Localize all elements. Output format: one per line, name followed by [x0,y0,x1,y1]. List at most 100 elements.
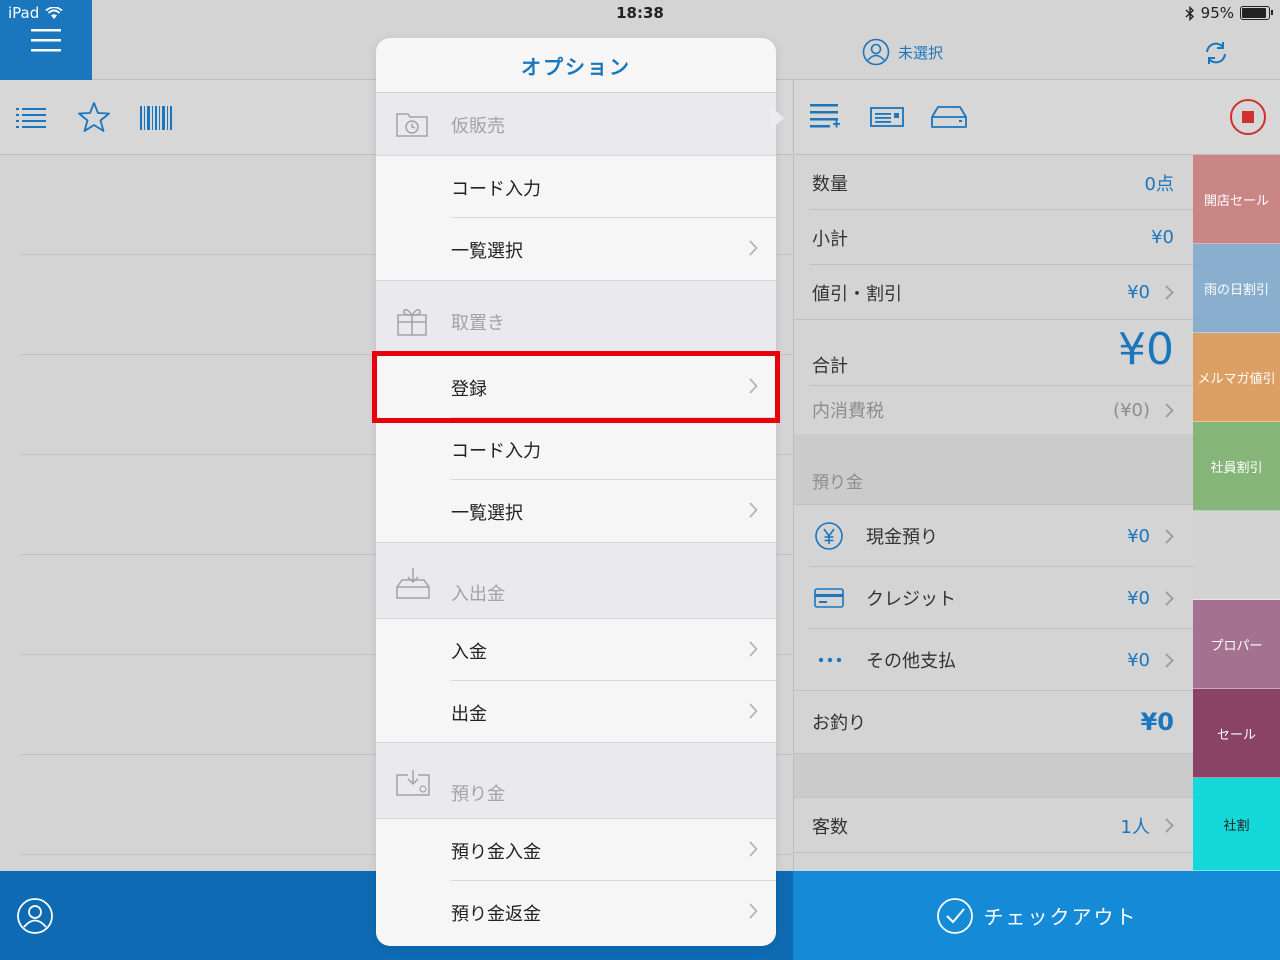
add-item-button[interactable] [810,100,840,138]
subtotal-label: 小計 [812,228,848,250]
battery-percent: 95% [1200,4,1234,22]
cash-value: ¥0 [1127,525,1150,547]
more-dots-icon [818,657,842,663]
checkout-button[interactable]: チェックアウト [793,871,1280,960]
discount-button[interactable]: 社員割引 [1193,422,1280,511]
checkmark-circle-icon [936,897,973,934]
list-icon [16,108,46,128]
section-title: 入出金 [451,584,505,605]
credit-card-icon [814,588,844,608]
chevron-right-icon [749,641,758,657]
star-icon [78,102,110,132]
stop-button[interactable] [1230,99,1266,135]
deposit-section-header: 預り金 [794,455,1194,505]
discount-button[interactable]: メルマガ値引 [1193,333,1280,422]
discount-button[interactable]: 雨の日割引 [1193,244,1280,333]
tax-row[interactable]: 内消費税 (¥0) [794,386,1194,434]
menu-item-list-select[interactable]: 一覧選択 [376,480,776,542]
chevron-right-icon [749,841,758,857]
menu-item-deposit[interactable]: 入金 [376,619,776,681]
customer-icon [862,38,890,66]
menu-item-deposit-in[interactable]: 預り金入金 [376,819,776,881]
guests-label: 客数 [812,816,848,838]
other-payment-value: ¥0 [1127,649,1150,671]
favorites-button[interactable] [77,100,111,138]
chevron-right-icon [1165,402,1174,418]
chevron-right-icon [1165,818,1174,833]
change-label: お釣り [812,713,866,734]
menu-item-withdraw[interactable]: 出金 [376,681,776,743]
section-deposits: 預り金 [376,743,776,818]
section-title: 仮販売 [451,116,505,137]
tax-value: (¥0) [1113,399,1150,421]
discount-button[interactable]: プロパー [1193,600,1280,689]
stop-icon [1242,111,1254,123]
discount-buttons: 開店セール 雨の日割引 メルマガ値引 社員割引 プロパー セール 社割 [1193,155,1280,871]
other-payment-row[interactable]: その他支払 ¥0 [794,629,1194,691]
right-toolbar [793,80,1280,155]
guests-value: 1人 [1120,816,1150,838]
yen-coin-icon [815,522,843,550]
discount-button[interactable]: 開店セール [1193,155,1280,244]
menu-item-label: 出金 [451,704,487,725]
other-payment-label: その他支払 [866,651,956,672]
credit-value: ¥0 [1127,587,1150,609]
discount-button[interactable]: セール [1193,689,1280,778]
quantity-row: 数量 0点 [794,155,1194,210]
section-title: 預り金 [451,784,505,805]
menu-item-list-select[interactable]: 一覧選択 [376,218,776,280]
drawer-button[interactable] [931,100,967,138]
customer-label: 未選択 [898,43,944,62]
total-value: ¥0 [1118,324,1174,375]
sync-button[interactable] [1203,40,1229,70]
gift-icon [397,308,427,336]
drawer-in-icon [396,568,430,599]
battery-icon [1240,6,1273,20]
subtotal-value: ¥0 [1151,227,1174,248]
menu-item-label: 入金 [451,642,487,663]
chevron-right-icon [1165,285,1174,300]
list-view-button[interactable] [16,100,46,138]
deposit-icon [396,770,430,796]
guests-row[interactable]: 客数 1人 [794,798,1194,853]
chevron-right-icon [749,903,758,919]
menu-item-deposit-refund[interactable]: 預り金返金 [376,881,776,943]
clock-folder-icon [396,113,428,137]
menu-item-code-input[interactable]: コード入力 [376,418,776,480]
barcode-button[interactable] [139,100,173,138]
subtotal-row: 小計 ¥0 [794,210,1194,265]
receipt-button[interactable] [870,100,904,138]
menu-item-code-input[interactable]: コード入力 [376,156,776,218]
chevron-right-icon [749,240,758,256]
quantity-value: 0点 [1144,173,1174,195]
tax-label: 内消費税 [812,401,884,422]
discount-row[interactable]: 値引・割引 ¥0 [794,265,1194,320]
credit-label: クレジット [866,589,956,610]
section-cash-in-out: 入出金 [376,543,776,618]
cash-row[interactable]: 現金預り ¥0 [794,505,1194,567]
discount-button[interactable]: 社割 [1193,778,1280,871]
bluetooth-icon [1185,5,1194,21]
discount-label: 値引・割引 [812,283,902,305]
customer-select-button[interactable]: 未選択 [862,38,943,66]
status-time: 18:38 [616,4,664,22]
total-row: 合計 ¥0 [794,320,1194,385]
checkout-label: チェックアウト [983,905,1138,929]
status-right: 95% [1185,4,1273,22]
menu-item-label: コード入力 [451,179,541,200]
staff-button[interactable] [16,897,54,939]
chevron-right-icon [1165,590,1174,606]
change-row: お釣り ¥0 [794,691,1194,753]
status-bar: iPad 18:38 95% [0,0,1280,26]
discount-value: ¥0 [1127,282,1150,303]
menu-item-label: 預り金入金 [451,842,541,863]
quantity-label: 数量 [812,173,848,195]
list-add-icon [810,104,840,128]
discount-button-empty[interactable] [1193,511,1280,600]
chevron-right-icon [1165,528,1174,544]
deposit-section-label: 預り金 [812,472,863,493]
order-summary: 数量 0点 小計 ¥0 値引・割引 ¥0 合計 ¥0 内消費税 (¥0) 預り金… [793,155,1194,871]
credit-row[interactable]: クレジット ¥0 [794,567,1194,629]
cash-label: 現金預り [866,527,938,548]
section-provisional-sale: 仮販売 [376,93,776,155]
